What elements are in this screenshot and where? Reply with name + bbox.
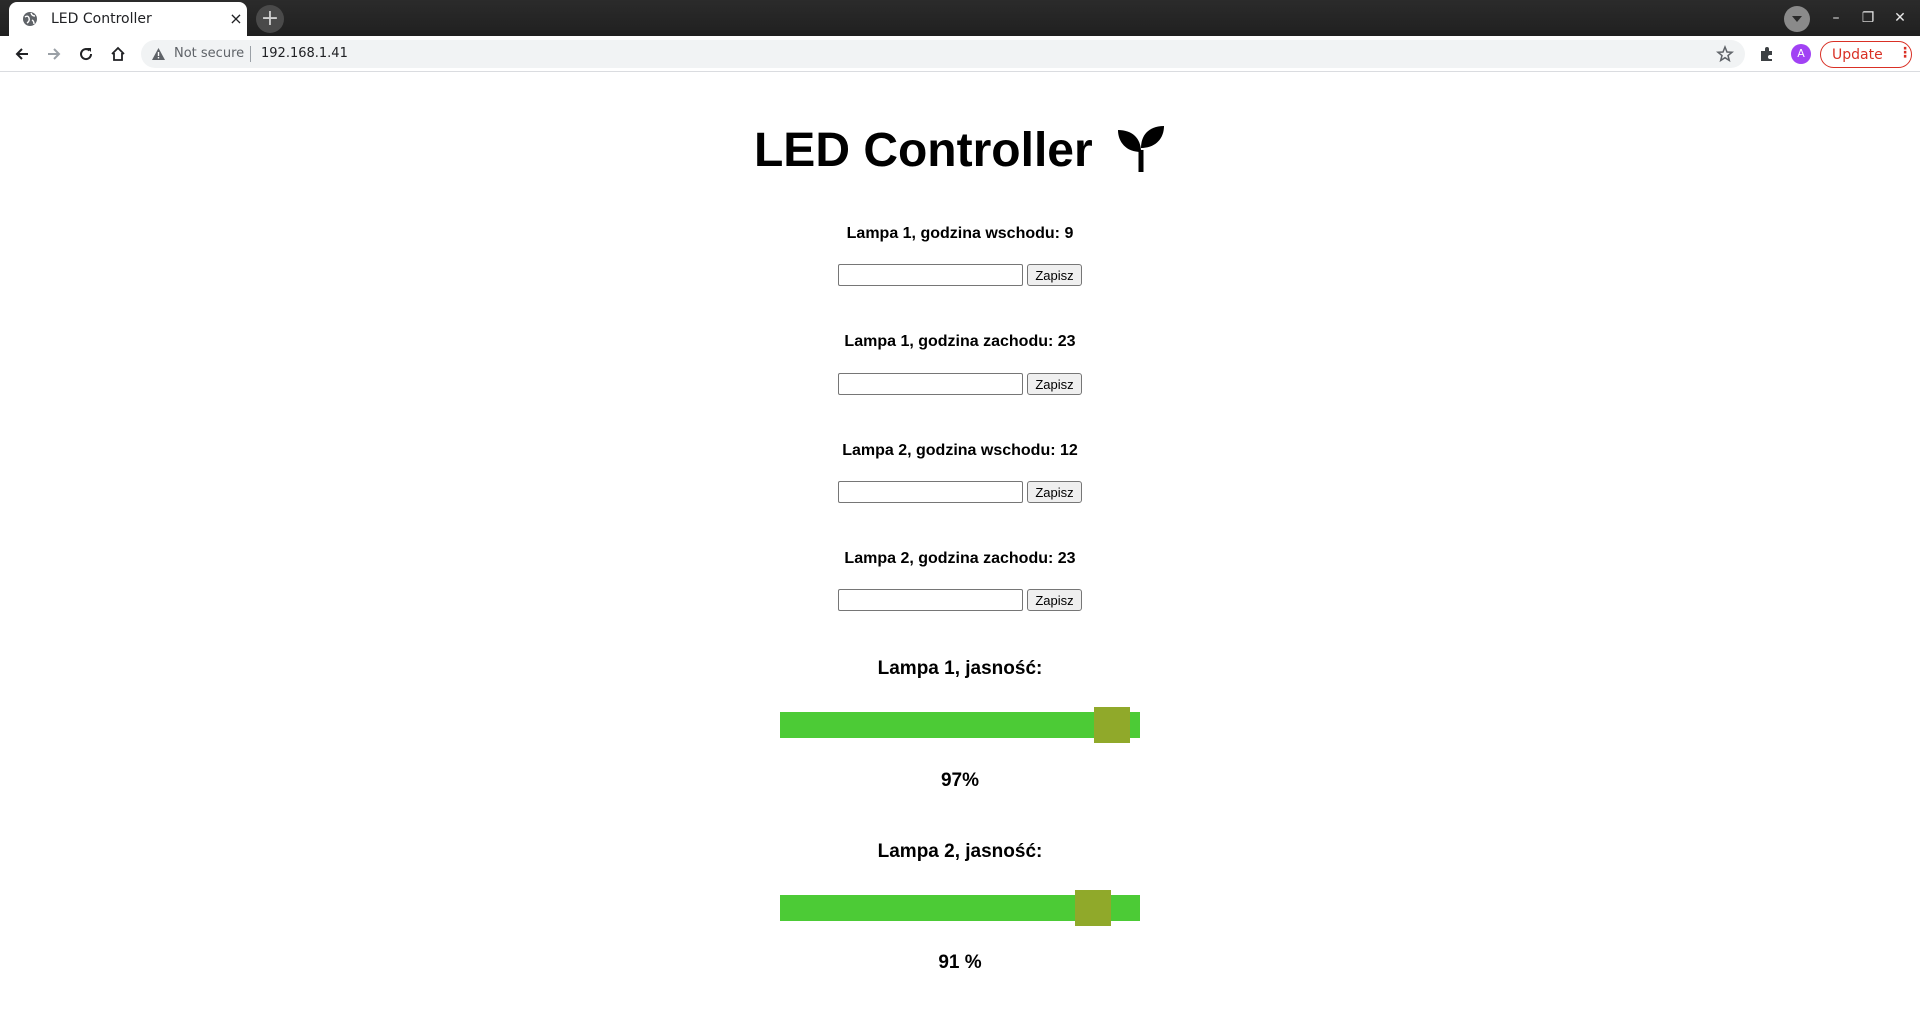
- hour-input-lamp1-sunset[interactable]: [838, 373, 1023, 395]
- sprout-icon: [1118, 126, 1164, 173]
- update-button[interactable]: Update ⋮: [1820, 41, 1912, 68]
- schedule-label-lamp2-sunset: Lampa 2, godzina zachodu: 23: [844, 550, 1076, 567]
- forward-button[interactable]: [42, 42, 66, 66]
- address-bar[interactable]: Not secure 192.168.1.41: [141, 40, 1745, 68]
- globe-icon: [23, 12, 37, 26]
- restore-button[interactable]: ❐: [1858, 8, 1878, 28]
- new-tab-button[interactable]: +: [256, 5, 284, 33]
- brightness-value-lamp2: 91 %: [938, 952, 982, 973]
- reload-icon: [80, 48, 93, 61]
- minimize-button[interactable]: –: [1826, 8, 1846, 28]
- back-button[interactable]: [10, 42, 34, 66]
- save-button-lamp2-sunset[interactable]: Zapisz: [1027, 589, 1082, 611]
- home-icon: [111, 46, 125, 61]
- close-window-button[interactable]: ✕: [1890, 8, 1910, 28]
- update-label: Update: [1832, 47, 1883, 63]
- hour-input-lamp2-sunset[interactable]: [838, 589, 1023, 611]
- profile-avatar[interactable]: A: [1791, 44, 1811, 64]
- star-icon[interactable]: [1716, 45, 1734, 63]
- browser-tab[interactable]: LED Controller ×: [9, 2, 247, 36]
- hour-input-lamp2-sunrise[interactable]: [838, 481, 1023, 503]
- schedule-label-lamp2-sunrise: Lampa 2, godzina wschodu: 12: [842, 442, 1078, 459]
- browser-tab-strip: LED Controller × + – ❐ ✕: [0, 0, 1920, 36]
- tab-title: LED Controller: [51, 11, 152, 27]
- brightness-label-lamp2: Lampa 2, jasność:: [877, 841, 1043, 862]
- save-button-lamp1-sunrise[interactable]: Zapisz: [1027, 264, 1082, 286]
- url-text[interactable]: 192.168.1.41: [261, 46, 348, 61]
- brightness-label-lamp1: Lampa 1, jasność:: [877, 658, 1043, 679]
- schedule-row-lamp2-sunset: Zapisz: [838, 589, 1083, 611]
- slider-thumb-lamp2[interactable]: [1074, 890, 1111, 926]
- arrow-right-icon: [48, 48, 61, 60]
- extensions-icon[interactable]: [1758, 45, 1776, 63]
- brightness-slider-lamp2[interactable]: [780, 890, 1140, 926]
- browser-toolbar: Not secure 192.168.1.41 A Update ⋮: [0, 36, 1920, 72]
- arrow-left-icon: [15, 48, 28, 60]
- home-button[interactable]: [106, 42, 130, 66]
- schedule-label-lamp1-sunrise: Lampa 1, godzina wschodu: 9: [846, 225, 1074, 242]
- omnibox-divider: [250, 46, 251, 62]
- schedule-row-lamp2-sunrise: Zapisz: [838, 481, 1083, 503]
- brightness-slider-lamp1[interactable]: [780, 707, 1140, 743]
- schedule-row-lamp1-sunset: Zapisz: [838, 373, 1083, 395]
- brightness-value-lamp1: 97%: [940, 770, 980, 791]
- hour-input-lamp1-sunrise[interactable]: [838, 264, 1023, 286]
- save-button-lamp2-sunrise[interactable]: Zapisz: [1027, 481, 1082, 503]
- page-title: LED Controller: [0, 120, 1920, 178]
- security-status[interactable]: Not secure: [174, 46, 244, 61]
- save-button-lamp1-sunset[interactable]: Zapisz: [1027, 373, 1082, 395]
- tab-close-icon[interactable]: ×: [227, 10, 245, 28]
- schedule-label-lamp1-sunset: Lampa 1, godzina zachodu: 23: [844, 333, 1076, 350]
- schedule-row-lamp1-sunrise: Zapisz: [838, 264, 1083, 286]
- warning-icon: [152, 48, 165, 60]
- page-title-text: LED Controller: [753, 123, 1093, 177]
- tab-search-icon[interactable]: [1784, 6, 1810, 32]
- slider-thumb-lamp1[interactable]: [1094, 707, 1131, 743]
- more-menu-icon: ⋮: [1898, 45, 1912, 61]
- reload-button[interactable]: [74, 42, 98, 66]
